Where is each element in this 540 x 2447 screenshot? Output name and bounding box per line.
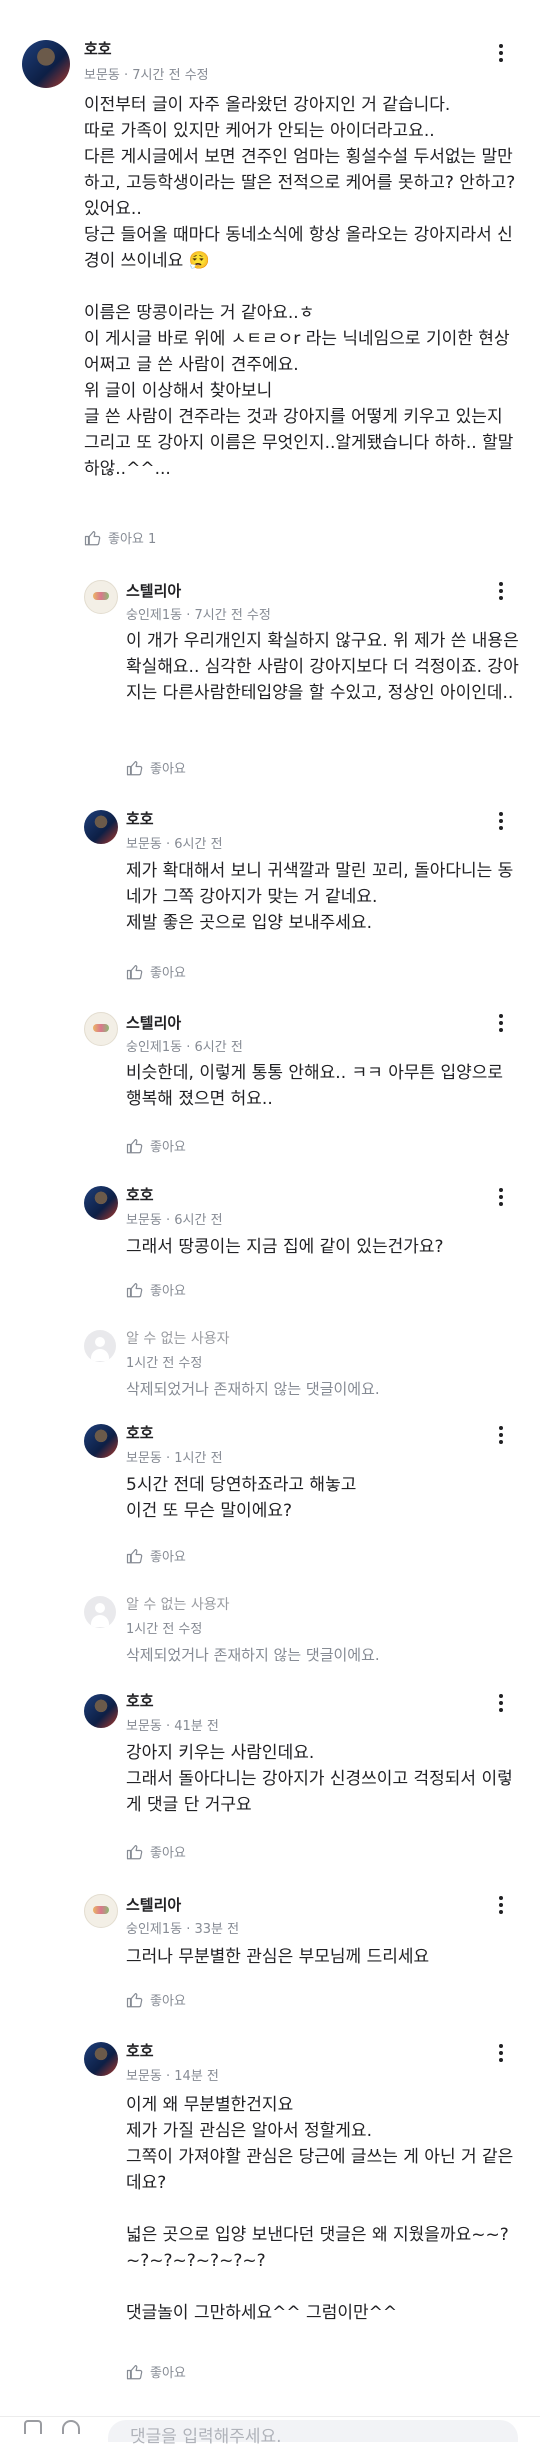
- comment-meta: 보문동 · 41분 전: [126, 1719, 219, 1734]
- comment-text: 이전부터 글이 자주 올라왔던 강아지인 거 같습니다. 따로 가족이 있지만 …: [84, 95, 516, 479]
- like-label: 좋아요: [150, 1550, 186, 1565]
- like-label: 좋아요: [150, 2366, 186, 2381]
- like-button[interactable]: 좋아요 1: [84, 528, 156, 547]
- like-button[interactable]: 좋아요: [126, 1546, 186, 1565]
- thumb-up-icon: [126, 1991, 144, 2009]
- comment-input-placeholder: 댓글을 입력해주세요.: [130, 2427, 282, 2447]
- like-button[interactable]: 좋아요: [126, 2362, 186, 2381]
- comment-text: 그래서 땅콩이는 지금 집에 같이 있는건가요?: [126, 1237, 444, 1257]
- thumb-up-icon: [84, 529, 102, 547]
- like-label: 좋아요: [150, 1140, 186, 1155]
- comment-meta: 1시간 전 수정: [126, 1622, 203, 1637]
- comment-meta: 보문동 · 14분 전: [126, 2069, 219, 2084]
- comment-meta: 1시간 전 수정: [126, 1356, 203, 1371]
- more-options-icon[interactable]: [497, 1012, 505, 1036]
- like-button[interactable]: 좋아요: [126, 1280, 186, 1299]
- avatar[interactable]: [22, 40, 70, 88]
- comment-author[interactable]: 스텔리아: [126, 1012, 181, 1033]
- comment-meta: 보문동 · 6시간 전: [126, 837, 223, 852]
- comment-author: 알 수 없는 사용자: [126, 1597, 230, 1613]
- like-label: 좋아요: [150, 1994, 186, 2009]
- avatar[interactable]: [84, 1424, 118, 1458]
- comment-text: 삭제되었거나 존재하지 않는 댓글이에요.: [126, 1646, 380, 1664]
- comment-author[interactable]: 스텔리아: [126, 580, 181, 601]
- comment-meta: 숭인제1동 · 6시간 전: [126, 1040, 243, 1055]
- like-label: 좋아요: [150, 1846, 186, 1861]
- comment-meta: 보문동 · 7시간 전 수정: [84, 68, 209, 83]
- thumb-up-icon: [126, 1137, 144, 1155]
- like-button[interactable]: 좋아요: [126, 1842, 186, 1861]
- like-button[interactable]: 좋아요: [126, 1990, 186, 2009]
- avatar[interactable]: [84, 1012, 118, 1046]
- comment-text: 삭제되었거나 존재하지 않는 댓글이에요.: [126, 1380, 380, 1398]
- comment-meta: 숭인제1동 · 33분 전: [126, 1922, 240, 1937]
- comment-text: 이 개가 우리개인지 확실하지 않구요. 위 제가 쓴 내용은 확실해요.. 심…: [126, 631, 525, 703]
- comment-author[interactable]: 호호: [126, 808, 154, 829]
- comment-meta: 보문동 · 1시간 전: [126, 1451, 223, 1466]
- comment-text: 그러나 무분별한 관심은 부모님께 드리세요: [126, 1947, 430, 1967]
- like-label: 좋아요 1: [108, 532, 157, 547]
- avatar[interactable]: [84, 580, 118, 614]
- avatar: [84, 1596, 116, 1628]
- more-options-icon[interactable]: [497, 1424, 505, 1448]
- comment-meta: 숭인제1동 · 7시간 전 수정: [126, 608, 271, 623]
- mention-icon[interactable]: [62, 2420, 80, 2434]
- thumb-up-icon: [126, 2363, 144, 2381]
- like-label: 좋아요: [150, 762, 186, 777]
- avatar[interactable]: [84, 2042, 118, 2076]
- like-button[interactable]: 좋아요: [126, 962, 186, 981]
- avatar[interactable]: [84, 810, 118, 844]
- like-button[interactable]: 좋아요: [126, 758, 186, 777]
- comment-text: 이게 왜 무분별한건지요 제가 가질 관심은 알아서 정할게요. 그쪽이 가져야…: [126, 2095, 514, 2323]
- comment-input-bar: 댓글을 입력해주세요.: [0, 2416, 540, 2447]
- comment-author[interactable]: 호호: [126, 1690, 154, 1711]
- more-options-icon[interactable]: [497, 2042, 505, 2066]
- thumb-up-icon: [126, 1547, 144, 1565]
- comment-text: 제가 확대해서 보니 귀색깔과 말린 꼬리, 돌아다니는 동네가 그쪽 강아지가…: [126, 861, 514, 933]
- more-options-icon[interactable]: [497, 580, 505, 604]
- avatar: [84, 1330, 116, 1362]
- more-options-icon[interactable]: [497, 42, 505, 66]
- like-label: 좋아요: [150, 966, 186, 981]
- like-label: 좋아요: [150, 1284, 186, 1299]
- thumb-up-icon: [126, 759, 144, 777]
- comment-author[interactable]: 호호: [126, 1422, 154, 1443]
- avatar[interactable]: [84, 1894, 118, 1928]
- thumb-up-icon: [126, 1281, 144, 1299]
- avatar[interactable]: [84, 1694, 118, 1728]
- comment-author[interactable]: 호호: [126, 1184, 154, 1205]
- thumb-up-icon: [126, 963, 144, 981]
- more-options-icon[interactable]: [497, 1186, 505, 1210]
- like-button[interactable]: 좋아요: [126, 1136, 186, 1155]
- comment-author[interactable]: 호호: [126, 2040, 154, 2061]
- avatar[interactable]: [84, 1186, 118, 1220]
- comment-text: 비슷한데, 이렇게 통통 안해요.. ㅋㅋ 아무튼 입양으로 행복해 졌으면 허…: [126, 1063, 509, 1109]
- comment-meta: 보문동 · 6시간 전: [126, 1213, 223, 1228]
- comment-author[interactable]: 스텔리아: [126, 1894, 181, 1915]
- comment-author[interactable]: 호호: [84, 38, 112, 59]
- more-options-icon[interactable]: [497, 810, 505, 834]
- comment-author: 알 수 없는 사용자: [126, 1331, 230, 1347]
- thumb-up-icon: [126, 1843, 144, 1861]
- more-options-icon[interactable]: [497, 1894, 505, 1918]
- camera-icon[interactable]: [24, 2420, 42, 2434]
- more-options-icon[interactable]: [497, 1692, 505, 1716]
- comment-text: 강아지 키우는 사람인데요. 그래서 돌아다니는 강아지가 신경쓰이고 걱정되서…: [126, 1743, 513, 1815]
- comment-text: 5시간 전데 당연하죠라고 해놓고 이건 또 무슨 말이에요?: [126, 1475, 357, 1521]
- comment-input[interactable]: 댓글을 입력해주세요.: [108, 2420, 518, 2447]
